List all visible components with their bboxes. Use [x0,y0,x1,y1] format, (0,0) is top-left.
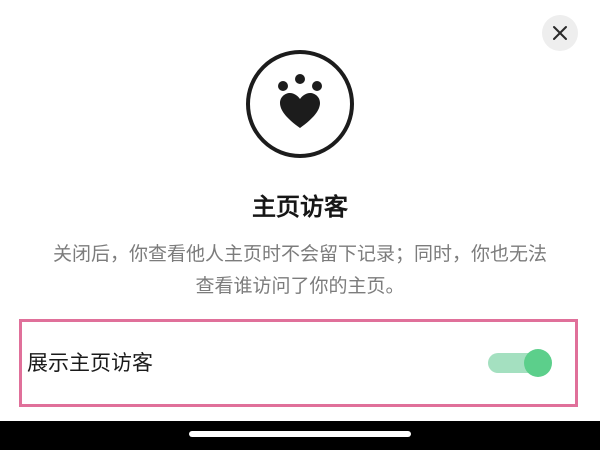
description-line: 查看谁访问了你的主页。 [195,275,405,297]
visitor-settings-sheet: 主页访客 关闭后，你查看他人主页时不会留下记录；同时，你也无法 查看谁访问了你的… [0,0,600,421]
dialog-description: 关闭后，你查看他人主页时不会留下记录；同时，你也无法 查看谁访问了你的主页。 [24,238,576,302]
show-visitors-setting-row: 展示主页访客 [19,319,578,407]
close-icon [553,26,567,40]
home-indicator[interactable] [189,431,411,437]
dialog-title: 主页访客 [252,193,348,221]
show-visitors-label: 展示主页访客 [27,351,153,375]
show-visitors-toggle[interactable] [488,349,554,377]
close-button[interactable] [542,15,578,51]
paw-heart-icon [278,74,322,128]
system-bottom-bar [0,421,600,450]
toggle-knob [524,349,552,377]
description-line: 关闭后，你查看他人主页时不会留下记录；同时，你也无法 [52,243,547,265]
paw-heart-emblem [246,50,354,158]
